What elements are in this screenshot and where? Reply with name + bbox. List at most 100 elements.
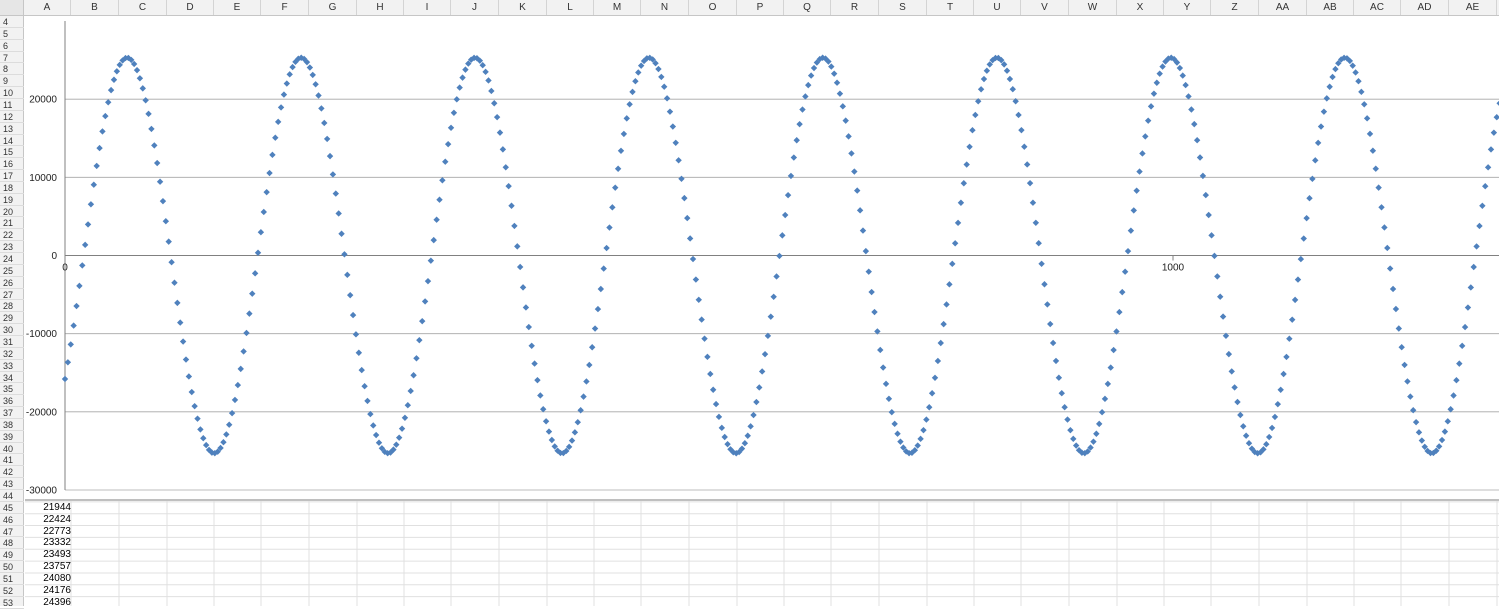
column-header-r[interactable]: R xyxy=(831,0,879,15)
column-header-y[interactable]: Y xyxy=(1164,0,1211,15)
column-header-x[interactable]: X xyxy=(1117,0,1164,15)
row-header-53[interactable]: 53 xyxy=(0,597,24,609)
row-header-51[interactable]: 51 xyxy=(0,573,24,585)
column-header-v[interactable]: V xyxy=(1021,0,1069,15)
column-header-h[interactable]: H xyxy=(357,0,404,15)
row-header-38[interactable]: 38 xyxy=(0,419,24,431)
row-header-43[interactable]: 43 xyxy=(0,478,24,491)
column-header-z[interactable]: Z xyxy=(1211,0,1259,15)
column-header-k[interactable]: K xyxy=(499,0,547,15)
column-header-ac[interactable]: AC xyxy=(1354,0,1401,15)
row-header-5[interactable]: 5 xyxy=(0,28,24,40)
row-header-46[interactable]: 46 xyxy=(0,514,24,526)
cell-a49[interactable]: 23493 xyxy=(25,549,71,561)
cell-a52[interactable]: 24176 xyxy=(25,585,71,597)
data-point xyxy=(335,210,342,217)
row-header-12[interactable]: 12 xyxy=(0,111,24,123)
cell-a50[interactable]: 23757 xyxy=(25,561,71,573)
row-header-33[interactable]: 33 xyxy=(0,360,24,372)
row-header-11[interactable]: 11 xyxy=(0,99,24,111)
row-header-6[interactable]: 6 xyxy=(0,40,24,52)
select-all-corner[interactable] xyxy=(0,0,24,15)
column-header-t[interactable]: T xyxy=(927,0,974,15)
row-header-4[interactable]: 4 xyxy=(0,16,24,28)
cell-a48[interactable]: 23332 xyxy=(25,537,71,549)
row-header-8[interactable]: 8 xyxy=(0,63,24,76)
column-header-d[interactable]: D xyxy=(167,0,214,15)
row-header-49[interactable]: 49 xyxy=(0,549,24,562)
row-header-52[interactable]: 52 xyxy=(0,585,24,597)
row-header-27[interactable]: 27 xyxy=(0,289,24,301)
column-header-n[interactable]: N xyxy=(641,0,689,15)
row-header-42[interactable]: 42 xyxy=(0,466,24,479)
row-header-14[interactable]: 14 xyxy=(0,135,24,147)
cell-a51[interactable]: 24080 xyxy=(25,573,71,585)
row-header-48[interactable]: 48 xyxy=(0,537,24,550)
column-header-ab[interactable]: AB xyxy=(1307,0,1354,15)
column-header-c[interactable]: C xyxy=(119,0,167,15)
column-header-ad[interactable]: AD xyxy=(1401,0,1449,15)
row-header-39[interactable]: 39 xyxy=(0,431,24,443)
column-header-aa[interactable]: AA xyxy=(1259,0,1307,15)
column-header-l[interactable]: L xyxy=(547,0,594,15)
row-header-16[interactable]: 16 xyxy=(0,158,24,171)
row-header-47[interactable]: 47 xyxy=(0,526,24,538)
data-point xyxy=(1470,263,1477,271)
row-header-13[interactable]: 13 xyxy=(0,123,24,135)
row-header-25[interactable]: 25 xyxy=(0,265,24,277)
row-header-15[interactable]: 15 xyxy=(0,146,24,159)
column-header-b[interactable]: B xyxy=(71,0,119,15)
row-header-41[interactable]: 41 xyxy=(0,454,24,467)
cell-a45[interactable]: 21944 xyxy=(25,502,71,514)
row-header-44[interactable]: 44 xyxy=(0,490,24,502)
row-header-50[interactable]: 50 xyxy=(0,561,24,573)
column-header-e[interactable]: E xyxy=(214,0,261,15)
column-header-a[interactable]: A xyxy=(24,0,71,15)
row-header-21[interactable]: 21 xyxy=(0,217,24,230)
row-header-31[interactable]: 31 xyxy=(0,336,24,348)
column-header-f[interactable]: F xyxy=(261,0,309,15)
column-header-j[interactable]: J xyxy=(451,0,499,15)
row-header-45[interactable]: 45 xyxy=(0,502,24,514)
column-header-o[interactable]: O xyxy=(689,0,737,15)
row-header-23[interactable]: 23 xyxy=(0,241,24,254)
scatter-chart[interactable]: 20000 10000 0 -10000 -20000 -30000 0 1000 xyxy=(25,16,1499,501)
data-point xyxy=(695,296,702,304)
cell-a47[interactable]: 22773 xyxy=(25,526,71,538)
row-header-9[interactable]: 9 xyxy=(0,75,24,88)
row-header-37[interactable]: 37 xyxy=(0,407,24,419)
column-header-ae[interactable]: AE xyxy=(1449,0,1497,15)
row-header-30[interactable]: 30 xyxy=(0,324,24,336)
row-header-18[interactable]: 18 xyxy=(0,182,24,194)
row-header-24[interactable]: 24 xyxy=(0,253,24,265)
data-point xyxy=(182,356,190,363)
row-header-34[interactable]: 34 xyxy=(0,372,24,384)
data-point xyxy=(721,433,728,441)
column-header-i[interactable]: I xyxy=(404,0,451,15)
row-header-17[interactable]: 17 xyxy=(0,170,24,182)
column-header-w[interactable]: W xyxy=(1069,0,1117,15)
column-header-q[interactable]: Q xyxy=(784,0,831,15)
row-header-35[interactable]: 35 xyxy=(0,383,24,396)
data-point xyxy=(1234,398,1241,406)
row-header-20[interactable]: 20 xyxy=(0,206,24,218)
row-header-7[interactable]: 7 xyxy=(0,52,24,64)
data-point xyxy=(1479,202,1486,210)
row-header-40[interactable]: 40 xyxy=(0,443,24,455)
column-header-s[interactable]: S xyxy=(879,0,927,15)
row-header-29[interactable]: 29 xyxy=(0,312,24,325)
row-header-19[interactable]: 19 xyxy=(0,194,24,206)
cell-a53[interactable]: 24396 xyxy=(25,597,71,609)
row-header-22[interactable]: 22 xyxy=(0,229,24,242)
row-header-10[interactable]: 10 xyxy=(0,87,24,99)
row-header-28[interactable]: 28 xyxy=(0,300,24,313)
column-header-m[interactable]: M xyxy=(594,0,641,15)
column-header-g[interactable]: G xyxy=(309,0,357,15)
row-header-26[interactable]: 26 xyxy=(0,277,24,289)
row-header-32[interactable]: 32 xyxy=(0,348,24,360)
cell-a46[interactable]: 22424 xyxy=(25,514,71,526)
row-header-36[interactable]: 36 xyxy=(0,395,24,408)
column-header-u[interactable]: U xyxy=(974,0,1021,15)
chart-plot-area[interactable]: 20000 10000 0 -10000 -20000 -30000 0 1000 xyxy=(25,16,1499,499)
column-header-p[interactable]: P xyxy=(737,0,784,15)
